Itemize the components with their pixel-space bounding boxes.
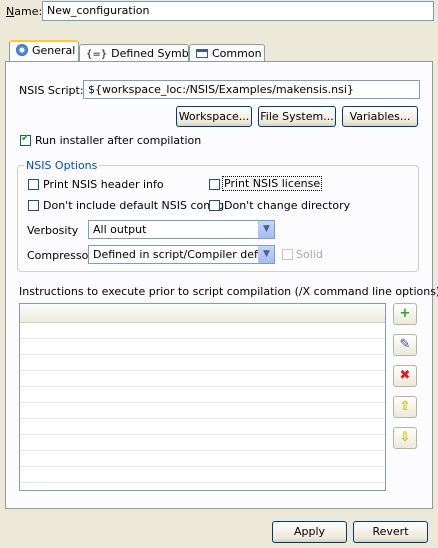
arrow-down-icon: ⇩	[399, 430, 411, 445]
move-up-button[interactable]: ⇧	[393, 396, 417, 418]
table-rows	[20, 323, 385, 490]
variables-button[interactable]: Variables...	[342, 106, 418, 127]
no-default-config-label: Don't include default NSIS config	[43, 199, 225, 212]
instructions-table[interactable]	[19, 303, 386, 491]
chevron-down-icon: ▼	[258, 246, 274, 263]
print-license-label: Print NSIS license	[221, 176, 323, 191]
edit-button[interactable]: ✎	[393, 334, 417, 356]
name-input[interactable]: New_configuration	[42, 1, 434, 21]
window-icon	[196, 49, 208, 58]
move-down-button[interactable]: ⇩	[393, 427, 417, 449]
nsis-options-title: NSIS Options	[24, 159, 100, 172]
delete-x-icon: ✖	[399, 368, 411, 383]
instructions-label: Instructions to execute prior to script …	[19, 285, 438, 298]
print-license-checkbox[interactable]	[209, 179, 220, 190]
apply-button[interactable]: Apply	[272, 521, 347, 543]
no-change-dir-checkbox[interactable]	[209, 200, 220, 211]
no-default-config-checkbox[interactable]	[28, 200, 39, 211]
verbosity-label: Verbosity	[27, 224, 79, 237]
chevron-down-icon: ▼	[258, 221, 274, 238]
compressor-value: Defined in script/Compiler default	[93, 248, 275, 261]
arrow-up-icon: ⇧	[399, 399, 411, 414]
tab-general-label: General	[32, 44, 76, 57]
braces-icon: {=}	[86, 49, 108, 60]
verbosity-select[interactable]: All output ▼	[88, 220, 275, 239]
solid-label: Solid	[296, 248, 323, 261]
pencil-icon: ✎	[399, 337, 411, 352]
workspace-button[interactable]: Workspace...	[176, 106, 252, 127]
solid-checkbox[interactable]	[282, 249, 293, 260]
compressor-select[interactable]: Defined in script/Compiler default ▼	[88, 245, 275, 264]
nsis-script-label: NSIS Script:	[19, 84, 84, 97]
run-installer-label: Run installer after compilation	[35, 134, 202, 147]
remove-button[interactable]: ✖	[393, 365, 417, 387]
name-label: Name:	[6, 5, 43, 18]
print-header-checkbox[interactable]	[28, 179, 39, 190]
table-header	[20, 304, 385, 323]
plus-icon: +	[399, 306, 411, 321]
nsis-script-input[interactable]: ${workspace_loc:/NSIS/Examples/makensis.…	[83, 80, 420, 99]
tab-general[interactable]: General	[9, 40, 79, 62]
gear-icon	[16, 44, 28, 56]
tab-common-label: Common	[212, 47, 262, 60]
revert-button[interactable]: Revert	[353, 521, 428, 543]
print-header-label: Print NSIS header info	[43, 178, 164, 191]
run-installer-checkbox[interactable]	[20, 133, 31, 146]
no-change-dir-label: Don't change directory	[224, 199, 351, 212]
compressor-label: Compressor	[27, 249, 93, 262]
verbosity-value: All output	[93, 223, 147, 236]
file-system-button[interactable]: File System...	[258, 106, 336, 127]
add-button[interactable]: +	[393, 303, 417, 325]
